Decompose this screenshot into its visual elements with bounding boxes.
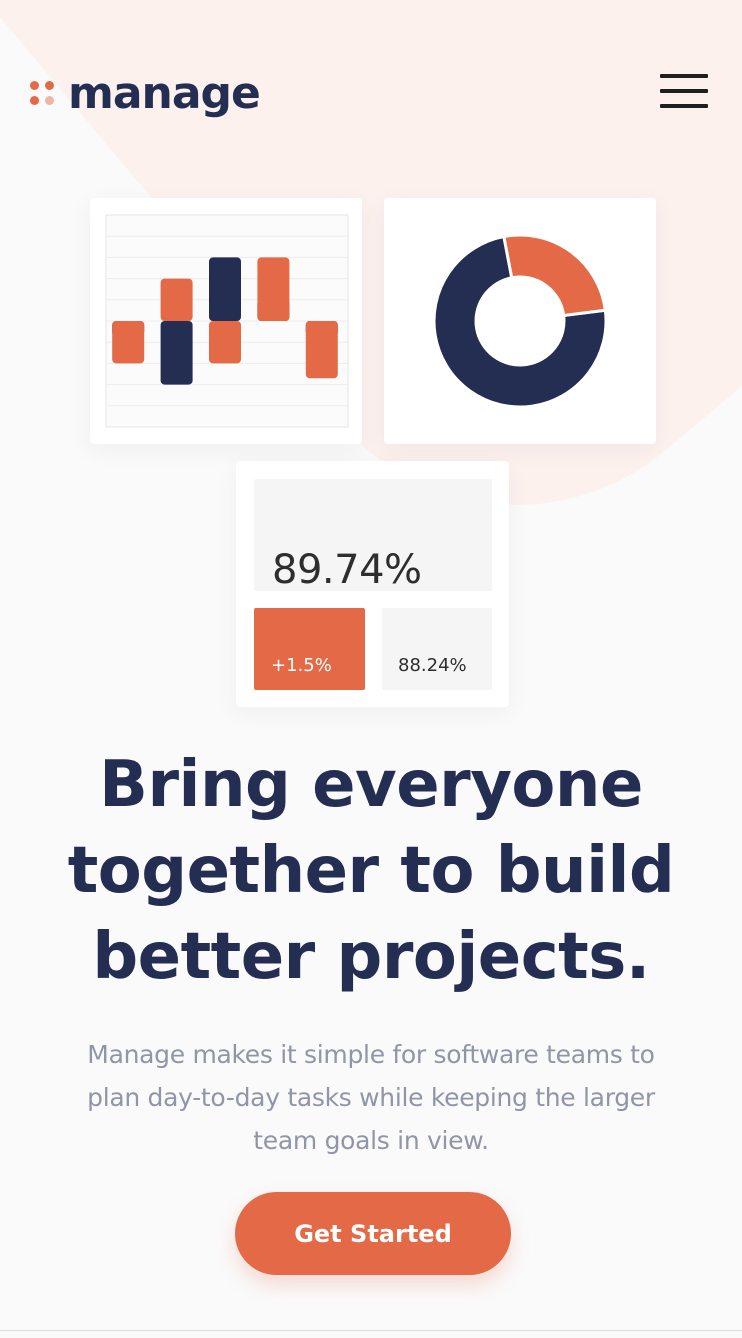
secondary-stat-value: 88.24% <box>398 655 467 676</box>
site-header: manage <box>0 0 742 190</box>
hero-title-line: better projects. <box>92 920 650 994</box>
bar <box>305 321 338 379</box>
hero-title-line: together to build <box>67 834 675 908</box>
bar <box>160 278 193 321</box>
stats-card: 89.74% +1.5% 88.24% <box>236 461 509 707</box>
bar <box>257 257 290 321</box>
bar <box>209 257 241 321</box>
bar <box>160 321 193 385</box>
donut-chart <box>432 233 608 409</box>
bar <box>112 321 145 364</box>
change-stat-tile: +1.5% <box>254 608 365 690</box>
hamburger-menu-icon[interactable] <box>660 74 708 108</box>
logo-dots-icon <box>30 81 56 107</box>
bar-chart-card <box>90 198 362 444</box>
main-stat-tile: 89.74% <box>254 479 492 593</box>
hero-title: Bring everyone together to build better … <box>0 742 742 1000</box>
hero-title-line: Bring everyone <box>99 748 643 822</box>
secondary-stat-tile: 88.24% <box>382 608 492 690</box>
donut-chart-card <box>384 198 656 444</box>
donut-slice <box>502 233 607 318</box>
main-stat-value: 89.74% <box>272 547 422 593</box>
bar-chart <box>105 214 349 428</box>
get-started-button[interactable]: Get Started <box>235 1192 511 1275</box>
hero-subtitle: Manage makes it simple for software team… <box>87 1040 655 1155</box>
divider <box>0 1330 742 1331</box>
logo-text: manage <box>68 68 261 119</box>
change-stat-value: +1.5% <box>271 655 332 676</box>
bar <box>209 321 241 364</box>
logo[interactable]: manage <box>30 68 261 120</box>
